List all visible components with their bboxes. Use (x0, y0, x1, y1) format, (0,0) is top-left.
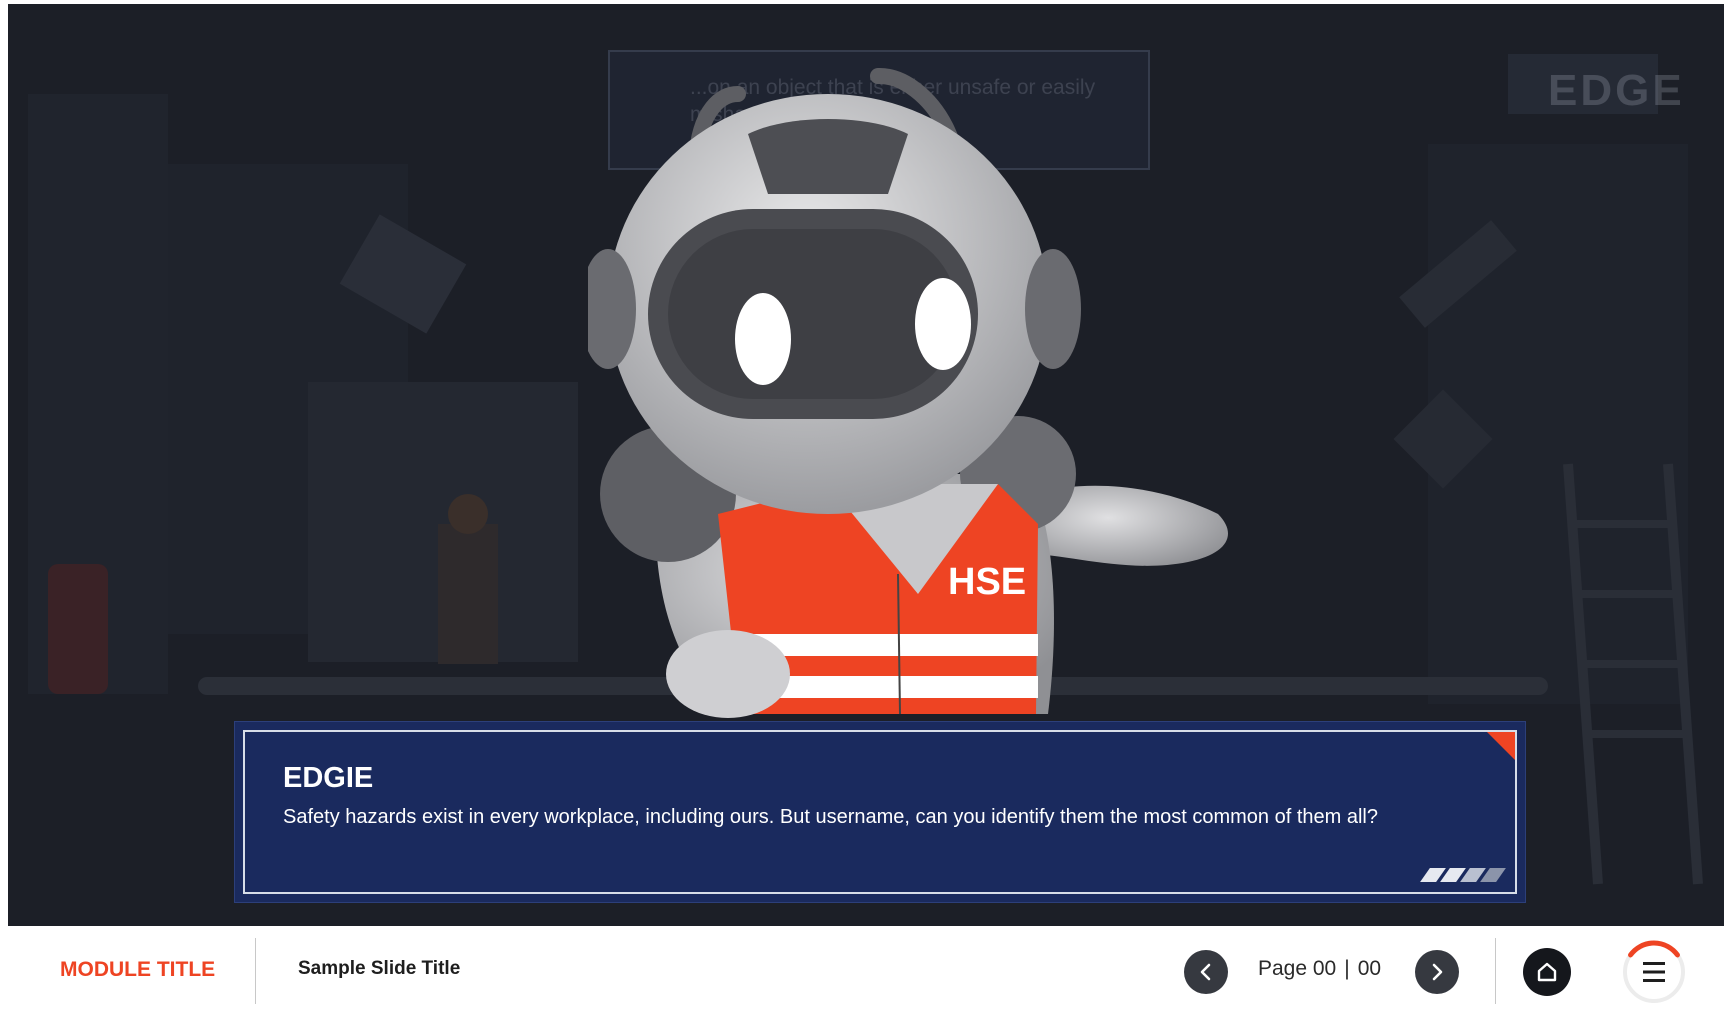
hamburger-menu-icon (1643, 962, 1665, 982)
page-current: Page 00 (1258, 957, 1337, 980)
footer-divider-right (1495, 938, 1496, 1004)
next-page-button[interactable] (1415, 950, 1459, 994)
slide-stage: ...on an object that is either unsafe or… (8, 4, 1724, 926)
dialog-border: EDGIE Safety hazards exist in every work… (243, 730, 1517, 894)
vest-hse-label: HSE (948, 561, 1026, 603)
page-separator: | (1344, 957, 1350, 980)
edgie-robot-mascot: HSE (588, 68, 1228, 718)
page-total: 00 (1357, 957, 1382, 980)
module-title: MODULE TITLE (60, 958, 216, 981)
page-indicator: Page 00 | 00 (1258, 957, 1381, 981)
chevron-left-icon (1200, 963, 1211, 981)
faded-edge-logo: EDGE (1548, 66, 1685, 115)
footer-divider (255, 938, 256, 1004)
chevron-right-icon (1432, 963, 1443, 981)
dialog-message: Safety hazards exist in every workplace,… (283, 806, 1378, 828)
edgie-dialog-box: EDGIE Safety hazards exist in every work… (234, 721, 1526, 903)
dialog-corner-accent (1487, 732, 1515, 760)
home-icon (1537, 962, 1557, 982)
dialog-stripes-decoration (1420, 868, 1506, 882)
dialog-speaker-name: EDGIE (283, 762, 374, 794)
previous-page-button[interactable] (1184, 950, 1228, 994)
bottom-navigation-bar: MODULE TITLE Sample Slide Title Page 00 |… (0, 926, 1724, 1016)
home-button[interactable] (1523, 948, 1571, 996)
slide-title: Sample Slide Title (298, 958, 461, 979)
menu-button[interactable] (1620, 938, 1688, 1006)
